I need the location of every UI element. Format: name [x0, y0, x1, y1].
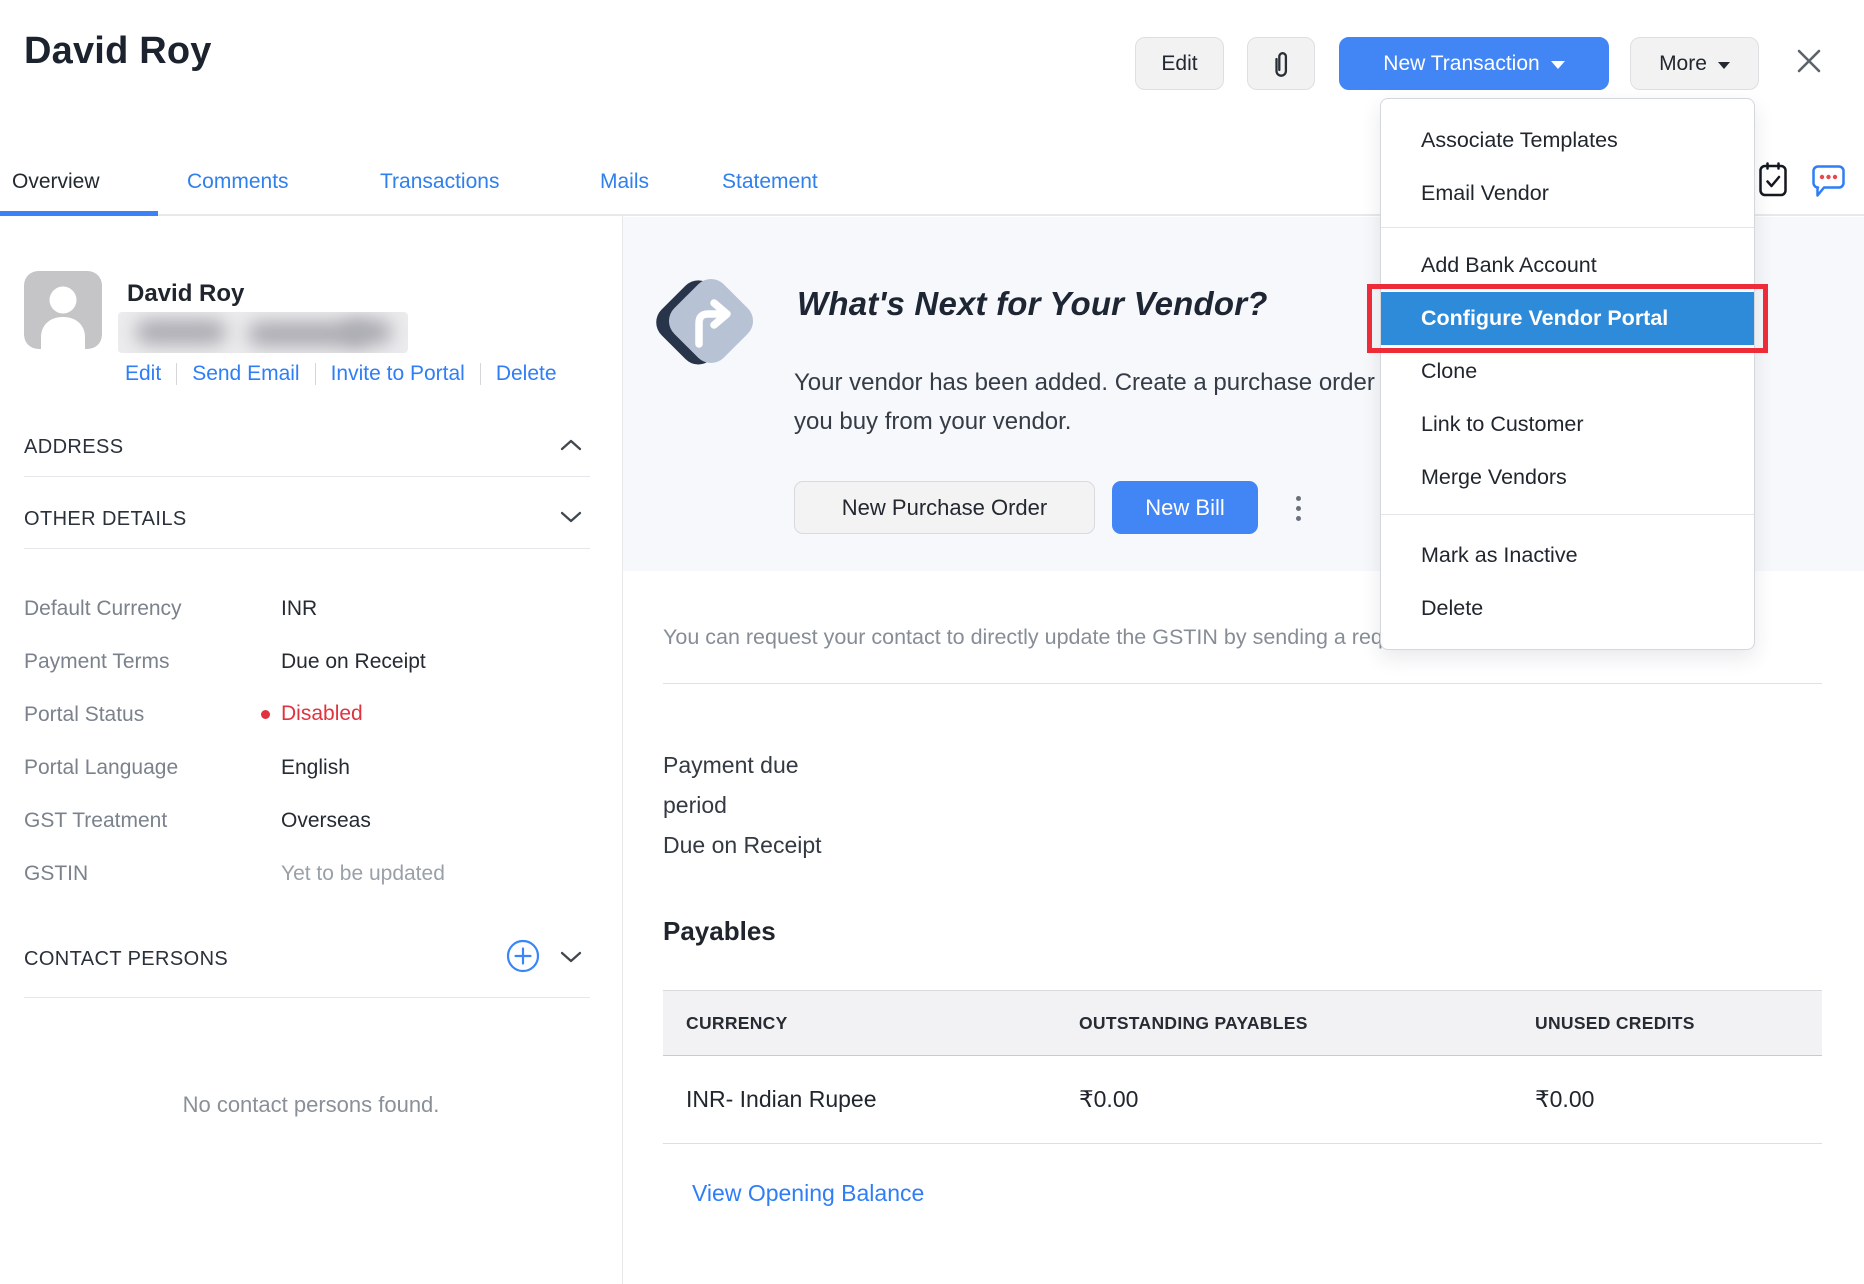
status-dot: [261, 710, 270, 719]
detail-value: Overseas: [281, 809, 371, 831]
chevron-down-icon[interactable]: [560, 950, 582, 964]
menu-item-configure-vendor-portal[interactable]: Configure Vendor Portal: [1381, 292, 1754, 345]
divider: [24, 997, 590, 998]
detail-row: Default Currency INR: [24, 597, 590, 619]
menu-group: Add Bank Account Configure Vendor Portal…: [1381, 227, 1754, 514]
cell-currency: INR- Indian Rupee: [663, 1086, 1056, 1113]
payment-due-period: Payment due period Due on Receipt: [663, 745, 822, 865]
new-purchase-order-button[interactable]: New Purchase Order: [794, 481, 1095, 534]
menu-item-associate-templates[interactable]: Associate Templates: [1381, 114, 1754, 167]
detail-label: Payment Terms: [24, 650, 281, 672]
vendor-sidebar: David Roy Edit Send Email Invite to Port…: [0, 216, 623, 1284]
tabbar-icons: [1758, 161, 1845, 198]
menu-item-merge-vendors[interactable]: Merge Vendors: [1381, 451, 1754, 504]
payables-table: CURRENCY OUTSTANDING PAYABLES UNUSED CRE…: [663, 990, 1822, 1144]
redacted-email: [118, 312, 408, 353]
divider: [24, 476, 590, 477]
new-purchase-order-label: New Purchase Order: [842, 495, 1047, 521]
more-button[interactable]: More: [1630, 37, 1759, 90]
contact-persons-section-header[interactable]: CONTACT PERSONS: [24, 948, 228, 971]
new-bill-label: New Bill: [1145, 495, 1224, 521]
chevron-down-icon: [1718, 62, 1730, 69]
payment-due-value: Due on Receipt: [663, 825, 822, 865]
menu-item-email-vendor[interactable]: Email Vendor: [1381, 167, 1754, 220]
send-email-link[interactable]: Send Email: [192, 362, 299, 386]
col-outstanding-payables: OUTSTANDING PAYABLES: [1056, 1013, 1512, 1034]
col-currency: CURRENCY: [663, 1013, 1056, 1034]
more-dropdown-menu: Associate Templates Email Vendor Add Ban…: [1380, 98, 1755, 650]
detail-row: Payment Terms Due on Receipt: [24, 650, 590, 672]
edit-button[interactable]: Edit: [1135, 37, 1224, 90]
detail-row: GST Treatment Overseas: [24, 809, 590, 831]
detail-label: Portal Language: [24, 756, 281, 778]
avatar: [24, 271, 102, 349]
menu-item-mark-as-inactive[interactable]: Mark as Inactive: [1381, 529, 1754, 582]
detail-value: Yet to be updated: [281, 862, 445, 884]
detail-label: GST Treatment: [24, 809, 281, 831]
vendor-quick-links: Edit Send Email Invite to Portal Delete: [125, 362, 557, 386]
divider: [663, 683, 1822, 684]
detail-label: Portal Status: [24, 703, 281, 725]
menu-group: Mark as Inactive Delete: [1381, 514, 1754, 649]
new-transaction-label: New Transaction: [1383, 52, 1539, 76]
chevron-down-icon: [1551, 61, 1565, 69]
detail-label: Default Currency: [24, 597, 281, 619]
vendor-name: David Roy: [127, 280, 244, 308]
delete-link[interactable]: Delete: [496, 362, 557, 386]
menu-item-delete[interactable]: Delete: [1381, 582, 1754, 635]
menu-item-clone[interactable]: Clone: [1381, 345, 1754, 398]
edit-button-label: Edit: [1161, 52, 1197, 76]
portal-status-value: Disabled: [281, 703, 363, 725]
tab-transactions[interactable]: Transactions: [380, 170, 499, 194]
col-unused-credits: UNUSED CREDITS: [1512, 1013, 1822, 1034]
close-icon[interactable]: [1792, 44, 1826, 78]
chevron-up-icon[interactable]: [560, 438, 582, 452]
add-contact-person-icon[interactable]: [506, 939, 540, 973]
detail-row: Portal Status Disabled: [24, 703, 590, 725]
detail-value: English: [281, 756, 350, 778]
menu-item-link-to-customer[interactable]: Link to Customer: [1381, 398, 1754, 451]
cell-outstanding-payables: ₹0.00: [1056, 1086, 1512, 1113]
detail-label: GSTIN: [24, 862, 281, 884]
menu-item-add-bank-account[interactable]: Add Bank Account: [1381, 239, 1754, 292]
paperclip-icon: [1269, 48, 1293, 80]
more-options-icon[interactable]: [1291, 488, 1305, 528]
detail-value: INR: [281, 597, 317, 619]
tasks-clipboard-icon[interactable]: [1758, 161, 1788, 198]
edit-link[interactable]: Edit: [125, 362, 161, 386]
new-transaction-button[interactable]: New Transaction: [1339, 37, 1609, 90]
address-section-header[interactable]: ADDRESS: [24, 436, 124, 459]
detail-row: GSTIN Yet to be updated: [24, 862, 590, 884]
divider: [24, 548, 590, 549]
banner-heading: What's Next for Your Vendor?: [797, 285, 1268, 323]
detail-row: Portal Language English: [24, 756, 590, 778]
invite-to-portal-link[interactable]: Invite to Portal: [331, 362, 465, 386]
tab-overview[interactable]: Overview: [12, 170, 100, 194]
payables-table-header: CURRENCY OUTSTANDING PAYABLES UNUSED CRE…: [663, 990, 1822, 1056]
other-details-list: Default Currency INR Payment Terms Due o…: [24, 597, 590, 915]
cell-unused-credits: ₹0.00: [1512, 1086, 1822, 1113]
other-details-section-header[interactable]: OTHER DETAILS: [24, 508, 187, 531]
status-badge: Disabled: [281, 702, 363, 726]
payment-due-line: Payment due: [663, 745, 822, 785]
tab-mails[interactable]: Mails: [600, 170, 649, 194]
detail-value: Due on Receipt: [281, 650, 426, 672]
attachment-button[interactable]: [1247, 37, 1315, 90]
payables-heading: Payables: [663, 916, 776, 947]
table-row: INR- Indian Rupee ₹0.00 ₹0.00: [663, 1056, 1822, 1144]
empty-contacts-message: No contact persons found.: [0, 1092, 622, 1118]
menu-group: Associate Templates Email Vendor: [1381, 99, 1754, 227]
tab-comments[interactable]: Comments: [187, 170, 289, 194]
more-button-label: More: [1659, 52, 1707, 76]
comments-chat-icon[interactable]: [1810, 162, 1845, 198]
chevron-down-icon[interactable]: [560, 510, 582, 524]
turn-right-arrow-icon: [661, 271, 761, 371]
payment-due-line: period: [663, 785, 822, 825]
tab-statement[interactable]: Statement: [722, 170, 818, 194]
page-title: David Roy: [24, 30, 212, 73]
view-opening-balance-link[interactable]: View Opening Balance: [692, 1180, 924, 1207]
vendor-detail-page: David Roy Edit New Transaction More Over…: [0, 0, 1864, 1284]
new-bill-button[interactable]: New Bill: [1112, 481, 1258, 534]
